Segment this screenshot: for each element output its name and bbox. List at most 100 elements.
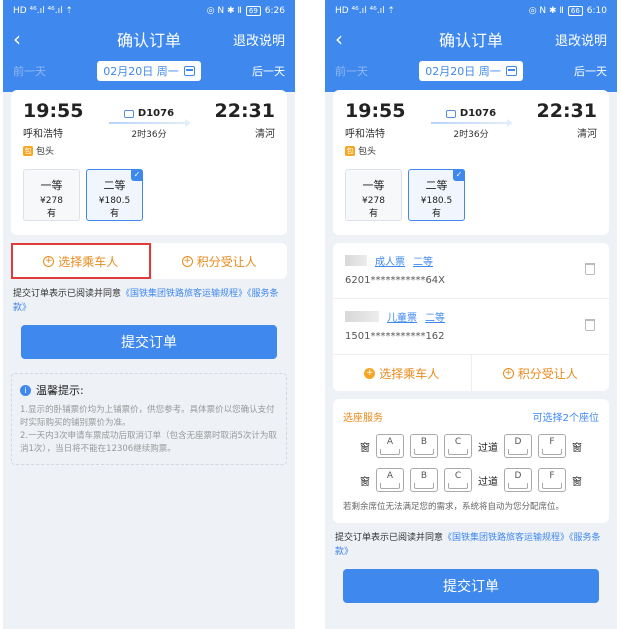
depart-station: 呼和浩特 — [23, 129, 63, 140]
seat-class-first[interactable]: 一等 ¥278 有 — [23, 169, 80, 221]
via-station-name: 包头 — [358, 147, 377, 157]
seat-price: ¥278 — [40, 196, 63, 206]
seat-d[interactable]: D — [504, 434, 532, 458]
seat-class-first[interactable]: 一等 ¥278 有 — [345, 169, 402, 221]
seat-price: ¥278 — [362, 196, 385, 206]
seat-f[interactable]: F — [538, 468, 566, 492]
date-value: 02月20日 周一 — [425, 65, 501, 78]
battery-icon: 66 — [567, 6, 583, 16]
seat-class-link[interactable]: 二等 — [413, 253, 433, 268]
calendar-icon — [505, 66, 517, 76]
battery-icon: 69 — [245, 6, 261, 16]
seat-class-name: 一等 — [40, 179, 63, 192]
duration: 2时36分 — [453, 130, 489, 140]
seat-class-list: 一等 ¥278 有 二等 ¥180.5 有 ✓ — [345, 169, 597, 221]
via-badge-icon: 包 — [345, 145, 355, 156]
prev-day-button[interactable]: 前一天 — [335, 63, 368, 79]
phone-screen-left: HD ⁴⁶.ıl ⁴⁶.ıl ⇡ ◎ N ✱ Ⅱ 69 6:26 ‹ 确认订单 … — [3, 0, 295, 629]
via-station-name: 包头 — [36, 147, 55, 157]
prev-day-button[interactable]: 前一天 — [13, 63, 46, 79]
status-icons: ◎ N ✱ Ⅱ — [206, 6, 242, 16]
select-passenger-button[interactable]: + 选择乘车人 — [11, 243, 151, 279]
passenger-list: 成人票 二等 6201***********64X 儿童票 二等 1501***… — [333, 243, 609, 391]
seat-map-row: 窗 A B C 过道 D F 窗 — [343, 434, 599, 458]
via-station: 包 包头 — [345, 144, 425, 157]
arrive-time: 22:31 — [536, 100, 597, 122]
plus-circle-icon: + — [364, 367, 376, 379]
points-transfer-button[interactable]: + 积分受让人 — [150, 243, 288, 279]
next-day-button[interactable]: 后一天 — [252, 63, 285, 79]
trash-icon[interactable] — [585, 263, 595, 275]
info-icon: i — [20, 384, 31, 396]
plus-circle-icon: + — [181, 255, 193, 267]
window-label: 窗 — [360, 442, 370, 454]
seat-f[interactable]: F — [538, 434, 566, 458]
plus-circle-icon: + — [502, 367, 514, 379]
select-passenger-button[interactable]: + 选择乘车人 — [333, 355, 471, 391]
select-passenger-label: 选择乘车人 — [379, 366, 440, 381]
back-icon[interactable]: ‹ — [13, 27, 43, 51]
seat-b[interactable]: B — [410, 434, 438, 458]
calendar-icon — [183, 66, 195, 76]
depart-station: 呼和浩特 — [345, 129, 385, 140]
ticket-type-link[interactable]: 成人票 — [375, 253, 405, 268]
passenger-actions: + 选择乘车人 + 积分受让人 — [333, 355, 609, 391]
seat-class-second[interactable]: 二等 ¥180.5 有 ✓ — [408, 169, 465, 221]
duration: 2时36分 — [131, 130, 167, 140]
service-hint: 可选择2个座位 — [532, 413, 599, 424]
seat-d[interactable]: D — [504, 468, 532, 492]
status-bar: HD ⁴⁶.ıl ⁴⁶.ıl ⇡ ◎ N ✱ Ⅱ 66 6:10 — [325, 0, 617, 22]
via-badge-icon: 包 — [23, 145, 33, 156]
date-bar: 前一天 02月20日 周一 后一天 — [325, 56, 617, 86]
via-station: 包 包头 — [23, 144, 103, 157]
aisle-label: 过道 — [478, 476, 498, 488]
route-arrow — [109, 119, 191, 127]
refund-policy-link[interactable]: 退改说明 — [555, 30, 607, 49]
seat-a[interactable]: A — [376, 434, 404, 458]
window-label: 窗 — [572, 476, 582, 488]
signal-icons: HD ⁴⁶.ıl ⁴⁶.ıl ⇡ — [335, 6, 395, 16]
train-card: 19:55 呼和浩特 包 包头 D1076 2时36分 22:31 清河 一等 … — [333, 90, 609, 235]
seat-c[interactable]: C — [444, 468, 472, 492]
train-number[interactable]: D1076 — [103, 108, 195, 119]
seat-c[interactable]: C — [444, 434, 472, 458]
passenger-row: 成人票 二等 6201***********64X — [333, 243, 609, 299]
date-picker[interactable]: 02月20日 周一 — [419, 61, 523, 81]
passenger-actions: + 选择乘车人 + 积分受让人 — [11, 243, 287, 279]
seat-a[interactable]: A — [376, 468, 404, 492]
window-label: 窗 — [360, 476, 370, 488]
train-icon — [445, 109, 456, 118]
seat-availability: 有 — [431, 209, 441, 219]
tips-box: i 温馨提示: 1.显示的卧铺票价均为上铺票价，供您参考。具体票价以您确认支付时… — [11, 373, 287, 465]
service-title: 选座服务 — [343, 413, 383, 424]
seat-class-link[interactable]: 二等 — [425, 309, 445, 324]
points-transfer-label: 积分受让人 — [517, 366, 578, 381]
seat-class-second[interactable]: 二等 ¥180.5 有 ✓ — [86, 169, 143, 221]
submit-order-button[interactable]: 提交订单 — [343, 569, 599, 603]
refund-policy-link[interactable]: 退改说明 — [233, 30, 285, 49]
seat-map-row: 窗 A B C 过道 D F 窗 — [343, 468, 599, 492]
train-card: 19:55 呼和浩特 包 包头 D1076 2时36分 22:31 清河 一等 … — [11, 90, 287, 235]
points-transfer-button[interactable]: + 积分受让人 — [470, 355, 610, 391]
service-note: 若剩余席位无法满足您的需求，系统将自动为您分配席位。 — [343, 502, 565, 512]
seat-b[interactable]: B — [410, 468, 438, 492]
seat-price: ¥180.5 — [98, 196, 131, 206]
regulation-link[interactable]: 《国铁集团铁路旅客运输规程》 — [443, 533, 569, 543]
arrive-time: 22:31 — [214, 100, 275, 122]
trash-icon[interactable] — [585, 319, 595, 331]
points-transfer-label: 积分受让人 — [196, 254, 257, 269]
regulation-link[interactable]: 《国铁集团铁路旅客运输规程》 — [121, 289, 247, 299]
train-number[interactable]: D1076 — [425, 108, 517, 119]
submit-order-button[interactable]: 提交订单 — [21, 325, 277, 359]
train-icon — [123, 109, 134, 118]
ticket-type-link[interactable]: 儿童票 — [387, 309, 417, 324]
back-icon[interactable]: ‹ — [335, 27, 365, 51]
status-bar: HD ⁴⁶.ıl ⁴⁶.ıl ⇡ ◎ N ✱ Ⅱ 69 6:26 — [3, 0, 295, 22]
clock: 6:26 — [264, 6, 285, 16]
aisle-label: 过道 — [478, 442, 498, 454]
clock: 6:10 — [586, 6, 607, 16]
seat-price: ¥180.5 — [420, 196, 453, 206]
tip-item: 1.显示的卧铺票价均为上铺票价，供您参考。具体票价以您确认支付时实际购买的铺别票… — [20, 405, 275, 428]
next-day-button[interactable]: 后一天 — [574, 63, 607, 79]
date-picker[interactable]: 02月20日 周一 — [97, 61, 201, 81]
